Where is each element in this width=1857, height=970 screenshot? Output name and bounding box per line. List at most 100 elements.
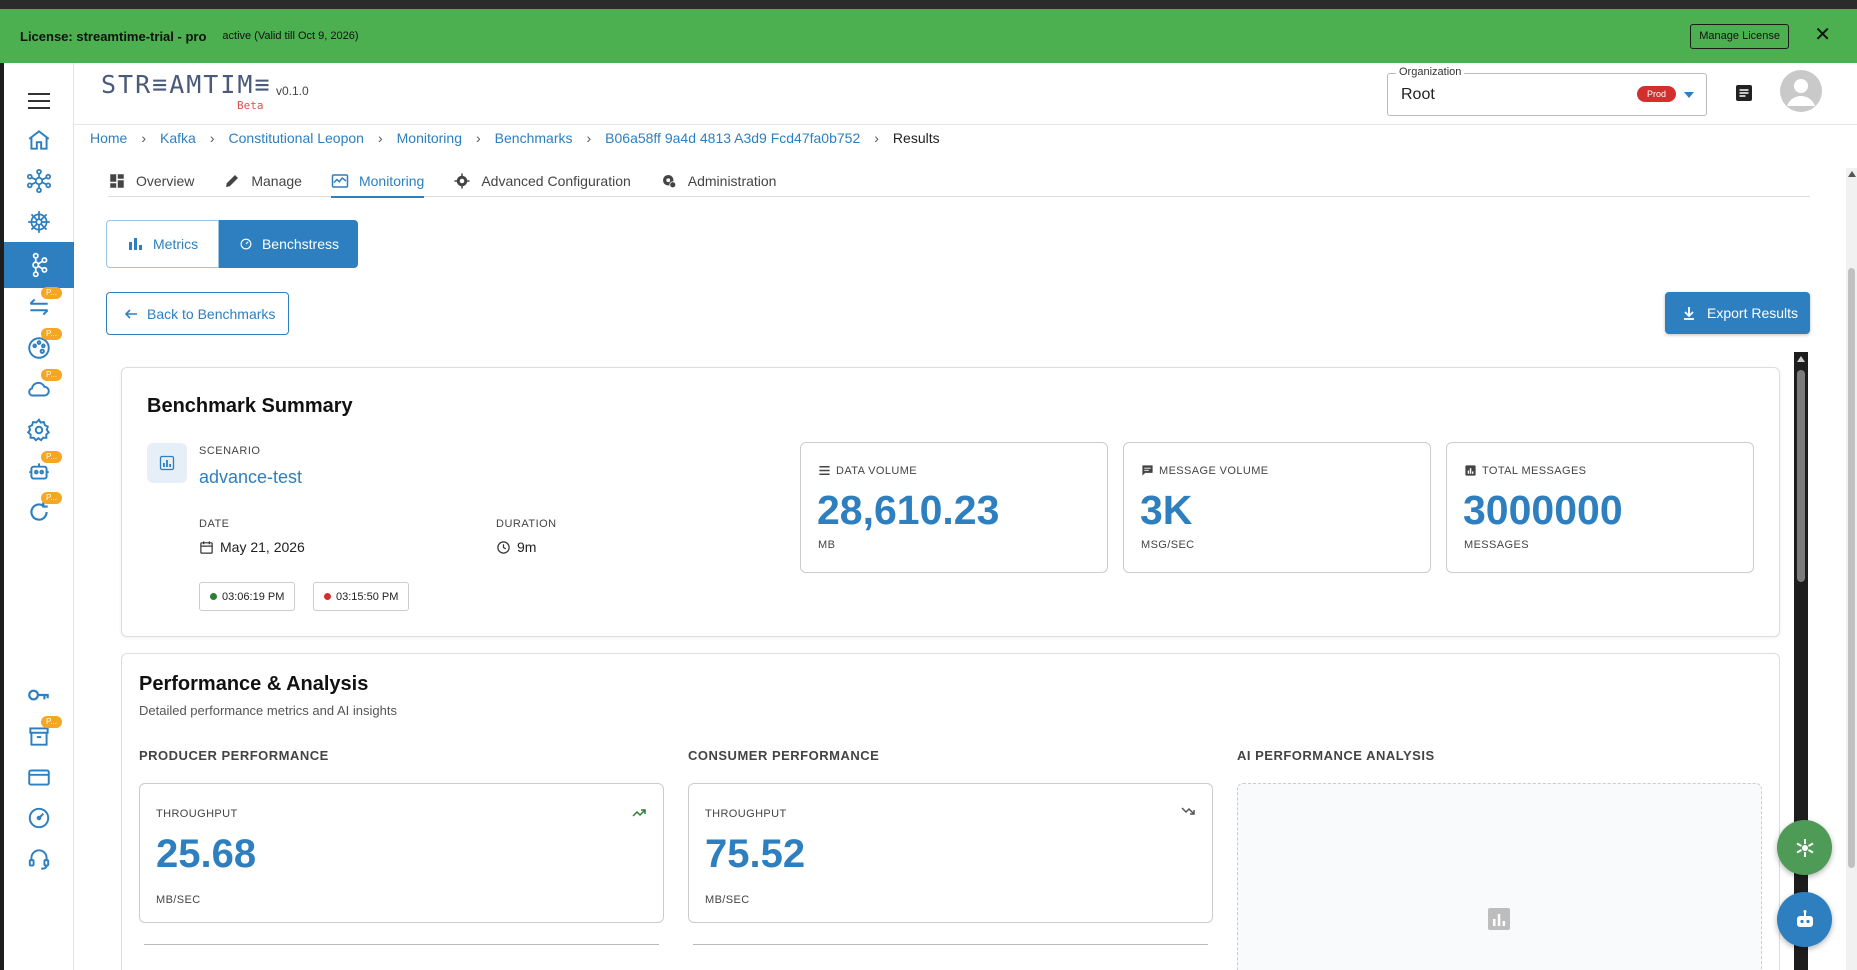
organization-label: Organization: [1396, 66, 1465, 78]
beta-label: Beta: [237, 99, 264, 112]
metric-label: DATA VOLUME: [818, 464, 917, 477]
organization-select[interactable]: Organization Root Prod: [1387, 66, 1707, 116]
tab-label: Manage: [251, 173, 302, 189]
back-to-benchmarks-button[interactable]: Back to Benchmarks: [106, 292, 289, 335]
breadcrumb-cluster[interactable]: Constitutional Leopon: [229, 130, 364, 146]
badge-pro: P...: [41, 451, 62, 463]
duration-label: DURATION: [496, 518, 557, 530]
page-scrollbar[interactable]: [1846, 168, 1857, 970]
performance-analysis-card: Performance & Analysis Detailed performa…: [121, 653, 1780, 970]
summary-title: Benchmark Summary: [147, 395, 353, 417]
dashboard-icon: [110, 174, 124, 188]
message-volume-unit: MSG/SEC: [1141, 539, 1195, 551]
consumer-throughput-card: THROUGHPUT 75.52 MB/SEC: [688, 783, 1213, 923]
helm-icon[interactable]: [4, 199, 74, 245]
scroll-up-icon[interactable]: [1848, 171, 1856, 177]
message-volume-value: 3K: [1140, 487, 1193, 533]
tab-administration[interactable]: Administration: [660, 165, 776, 197]
breadcrumb-current: Results: [892, 130, 940, 146]
producer-throughput-unit: MB/SEC: [156, 894, 201, 906]
tab-advanced-configuration[interactable]: Advanced Configuration: [453, 165, 631, 197]
speedometer-icon[interactable]: [4, 795, 74, 841]
list-icon: [819, 466, 830, 475]
benchstress-button[interactable]: Benchstress: [219, 220, 358, 268]
tab-manage[interactable]: Manage: [223, 165, 302, 197]
tab-overview[interactable]: Overview: [108, 165, 194, 197]
consumer-throughput-value: 75.52: [705, 832, 806, 876]
breadcrumb-home[interactable]: Home: [90, 130, 127, 146]
metric-label: TOTAL MESSAGES: [1464, 464, 1586, 477]
tab-label: Monitoring: [358, 173, 425, 189]
transfer-icon[interactable]: P...: [4, 284, 74, 330]
network-icon[interactable]: [4, 158, 74, 204]
kafka-icon[interactable]: [4, 242, 74, 288]
end-time-chip: 03:15:50 PM: [313, 582, 410, 611]
benchmark-summary-card: Benchmark Summary SCENARIO advance-test …: [121, 367, 1780, 637]
app-logo[interactable]: STR≡AMTIM≡: [101, 70, 272, 99]
notes-icon[interactable]: [1734, 83, 1754, 103]
breadcrumb-benchmarks[interactable]: Benchmarks: [495, 130, 573, 146]
badge-pro: P...: [41, 328, 62, 340]
scenario-value: advance-test: [199, 467, 303, 487]
archive-icon[interactable]: P...: [4, 713, 74, 759]
duration-value: 9m: [517, 539, 537, 555]
chatbot-fab[interactable]: [1777, 892, 1832, 947]
scrollbar-thumb[interactable]: [1797, 370, 1805, 582]
settings-icon[interactable]: [4, 407, 74, 453]
license-label: License: streamtime-trial - pro: [20, 28, 207, 44]
trending-down-icon: [1181, 807, 1195, 815]
sidebar: P... P... P... P... P... P...: [4, 63, 74, 970]
data-volume-value: 28,610.23: [817, 487, 1000, 533]
support-icon[interactable]: [4, 836, 74, 882]
close-icon[interactable]: ✕: [1814, 22, 1831, 47]
content-scrollbar[interactable]: [1794, 352, 1808, 970]
hub-icon: [1796, 838, 1813, 857]
card-icon[interactable]: [4, 754, 74, 800]
robot-icon[interactable]: P...: [4, 448, 74, 494]
total-messages-card: TOTAL MESSAGES 3000000 MESSAGES: [1446, 442, 1754, 573]
prod-badge: Prod: [1637, 86, 1677, 102]
divider: [693, 944, 1208, 945]
badge-pro: P...: [41, 287, 62, 299]
bar-chart-icon: [129, 238, 142, 250]
tab-monitoring[interactable]: Monitoring: [330, 165, 425, 198]
data-volume-label: DATA VOLUME: [836, 464, 918, 477]
duration-field: 9m: [496, 539, 536, 555]
green-dot-icon: [210, 593, 217, 600]
key-icon[interactable]: [4, 672, 74, 718]
start-time: 03:06:19 PM: [222, 590, 285, 603]
consumer-heading: CONSUMER PERFORMANCE: [688, 748, 880, 763]
consumer-throughput-unit: MB/SEC: [705, 894, 750, 906]
download-icon: [1684, 307, 1694, 320]
performance-subtitle: Detailed performance metrics and AI insi…: [139, 703, 397, 718]
total-messages-value: 3000000: [1463, 487, 1623, 533]
ai-analysis-panel: [1237, 783, 1762, 970]
breadcrumb-benchmark-id[interactable]: B06a58ff 9a4d 4813 A3d9 Fcd47fa0b752: [605, 130, 860, 146]
avatar[interactable]: [1780, 70, 1822, 112]
manage-license-button[interactable]: Manage License: [1690, 24, 1789, 49]
tab-label: Overview: [136, 173, 195, 189]
robot-icon: [1796, 909, 1813, 927]
start-time-chip: 03:06:19 PM: [199, 582, 296, 611]
assistant-fab[interactable]: [1777, 820, 1832, 875]
license-bar: License: streamtime-trial - pro active (…: [0, 9, 1857, 63]
home-icon[interactable]: [4, 117, 74, 163]
cloud-icon[interactable]: P...: [4, 366, 74, 412]
chart-placeholder-icon: [1488, 908, 1510, 930]
end-time: 03:15:50 PM: [336, 590, 399, 603]
clock-icon: [497, 540, 510, 554]
menu-icon[interactable]: [28, 93, 50, 109]
refresh-icon[interactable]: P...: [4, 489, 74, 535]
metrics-button[interactable]: Metrics: [106, 220, 219, 268]
breadcrumb-kafka[interactable]: Kafka: [160, 130, 196, 146]
badge-pro: P...: [41, 716, 62, 728]
scroll-up-icon[interactable]: [1797, 356, 1805, 362]
palette-icon[interactable]: P...: [4, 325, 74, 371]
export-results-button[interactable]: Export Results: [1665, 292, 1810, 334]
producer-throughput-value: 25.68: [156, 832, 257, 876]
tab-label: Advanced Configuration: [481, 173, 631, 189]
scrollbar-thumb[interactable]: [1848, 268, 1855, 868]
breadcrumb-monitoring[interactable]: Monitoring: [397, 130, 462, 146]
divider: [144, 944, 659, 945]
pencil-icon: [226, 175, 239, 187]
